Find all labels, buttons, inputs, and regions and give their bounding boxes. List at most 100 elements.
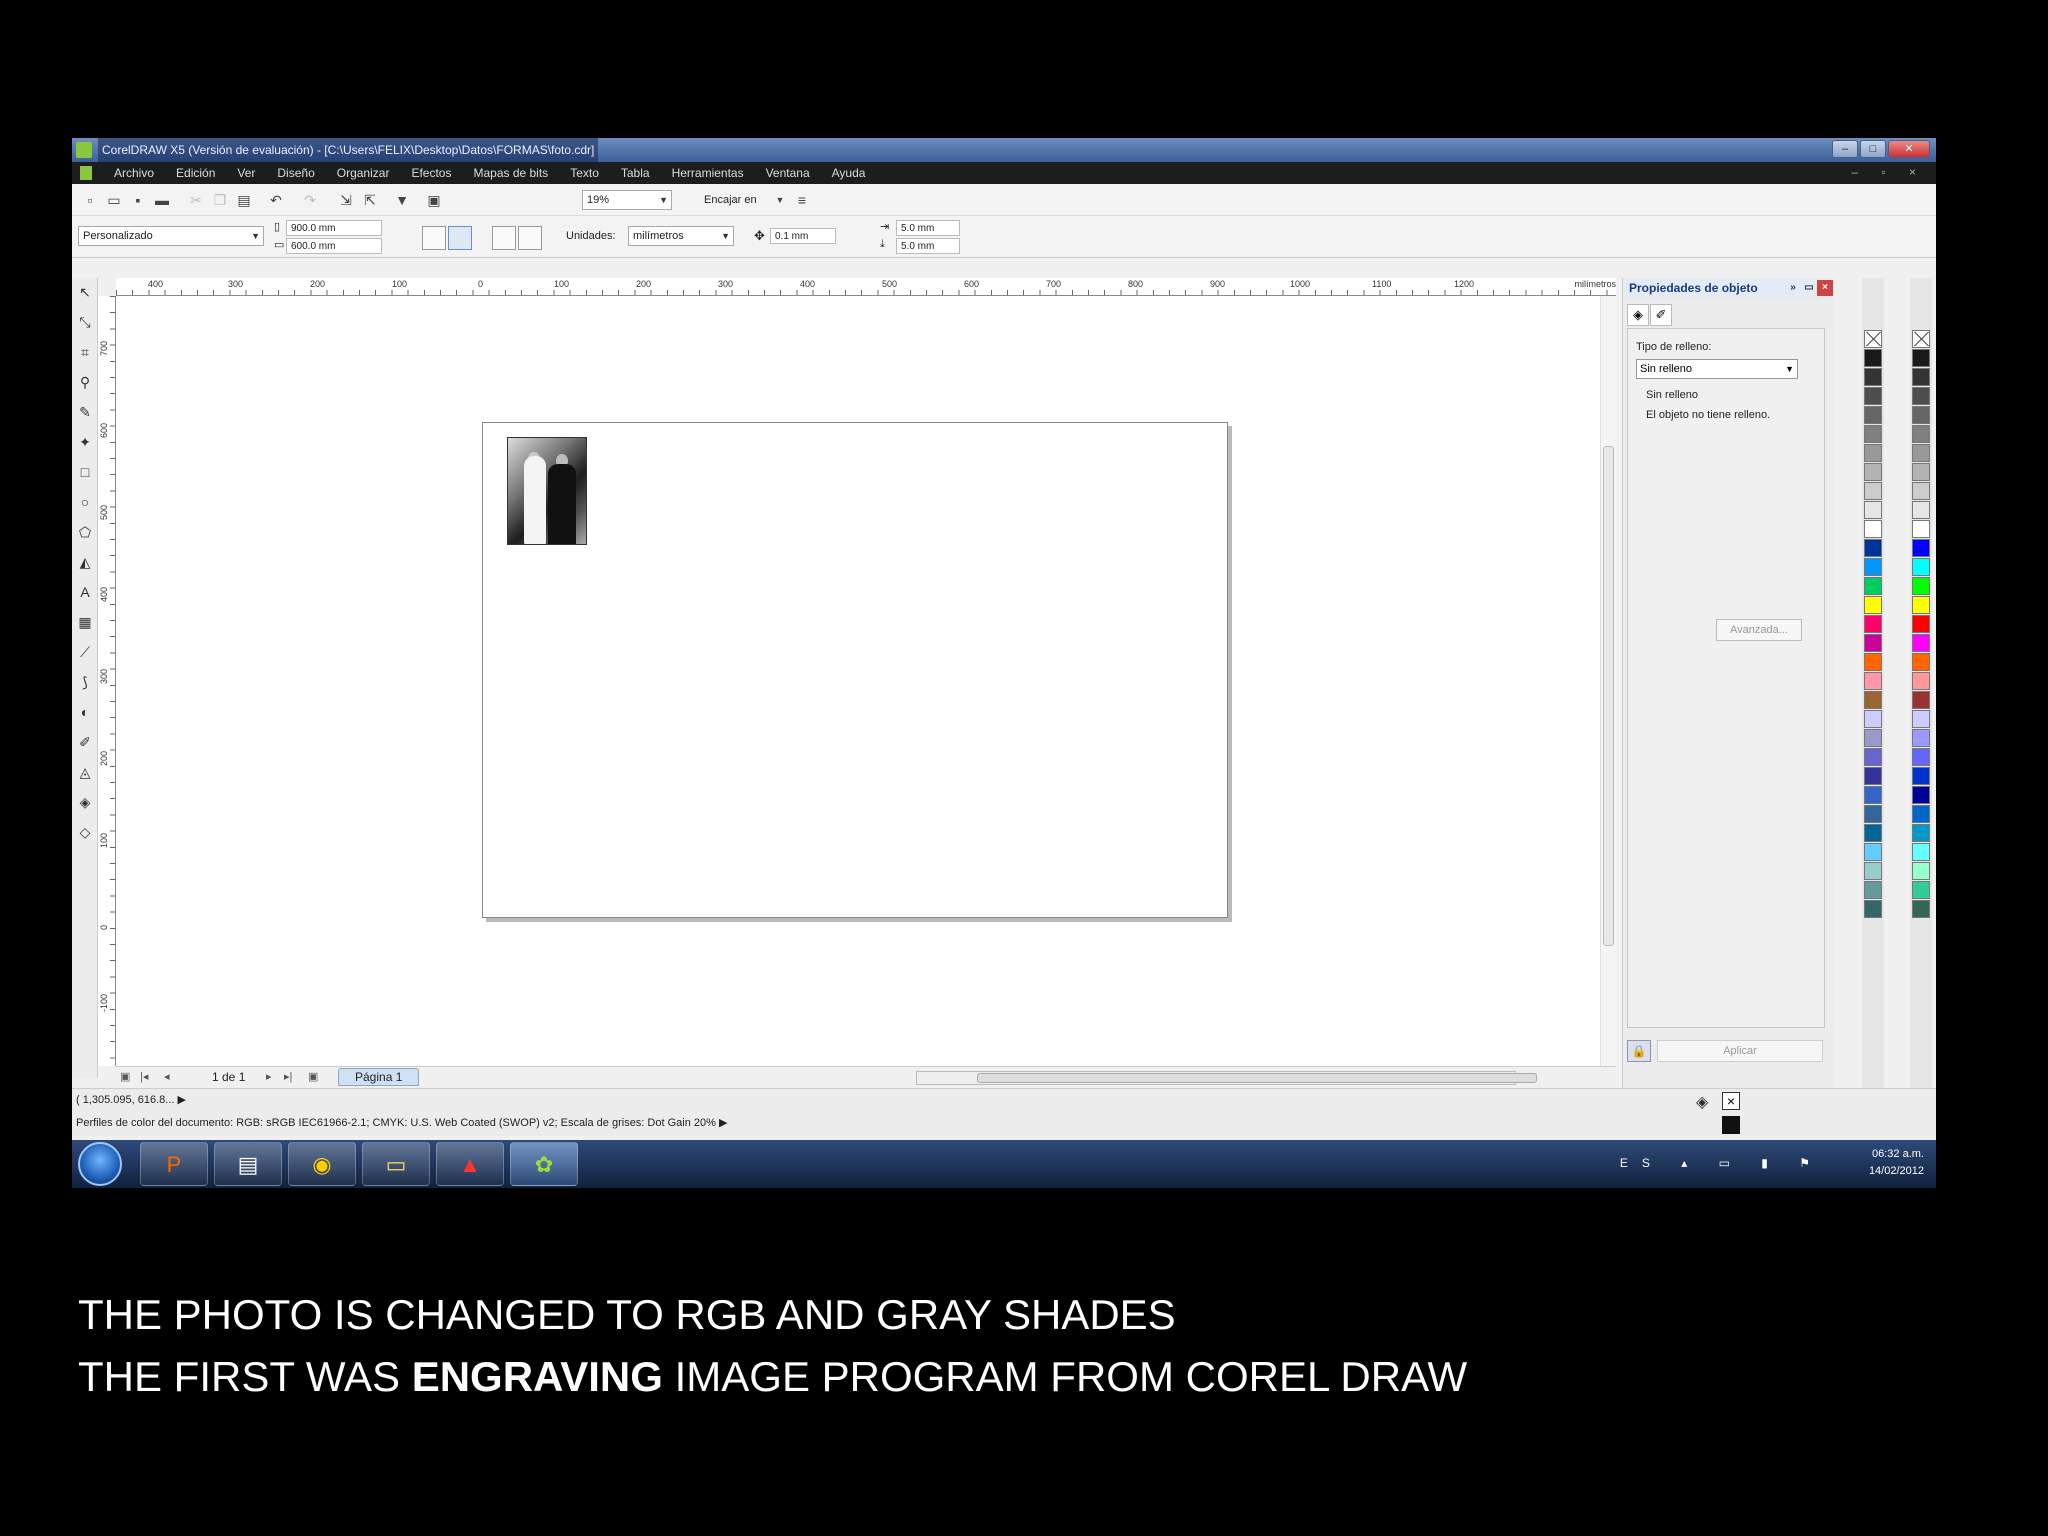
portrait-button[interactable] [422, 226, 446, 250]
color-swatch[interactable] [1864, 710, 1882, 728]
color-swatch[interactable] [1864, 406, 1882, 424]
color-swatch[interactable] [1864, 368, 1882, 386]
color-swatch[interactable] [1912, 501, 1930, 519]
menu-organizar[interactable]: Organizar [337, 166, 390, 180]
horizontal-scroll-thumb[interactable] [977, 1073, 1537, 1083]
smart-fill-tool-icon[interactable]: ✦ [77, 434, 93, 450]
document-window-controls[interactable]: – ▫ × [1851, 165, 1926, 179]
color-swatch[interactable] [1864, 501, 1882, 519]
open-folder-icon[interactable]: ▭ [106, 192, 122, 208]
vertical-scroll-thumb[interactable] [1603, 446, 1614, 946]
document-icon[interactable] [80, 166, 92, 180]
color-swatch[interactable] [1912, 349, 1930, 367]
color-swatch[interactable] [1864, 387, 1882, 405]
vertical-ruler[interactable]: 700 600 500 400 300 200 100 0 -100 [98, 296, 116, 1066]
table-tool-icon[interactable]: ▦ [77, 614, 93, 630]
add-page-before-icon[interactable]: ▣ [120, 1070, 130, 1083]
start-button[interactable] [78, 1142, 122, 1186]
wedding-photo-bitmap[interactable] [507, 437, 587, 545]
close-button[interactable]: ✕ [1888, 140, 1930, 158]
lock-icon[interactable]: 🔒 [1627, 1040, 1651, 1062]
color-swatch[interactable] [1864, 539, 1882, 557]
zoom-tool-icon[interactable]: ⚲ [77, 374, 93, 390]
basic-shapes-tool-icon[interactable]: ◭ [77, 554, 93, 570]
maximize-button[interactable]: □ [1860, 140, 1886, 158]
add-page-after-icon[interactable]: ▣ [308, 1070, 318, 1083]
pick-tool-icon[interactable]: ↖ [77, 284, 93, 300]
chevron-down-icon[interactable]: ▼ [772, 192, 788, 208]
outline-pen-tool-icon[interactable]: ◬ [77, 764, 93, 780]
color-swatch[interactable] [1864, 349, 1882, 367]
menu-edicion[interactable]: Edición [176, 166, 215, 180]
color-swatch[interactable] [1864, 691, 1882, 709]
first-page-icon[interactable]: |◂ [140, 1070, 148, 1083]
color-swatch[interactable] [1864, 881, 1882, 899]
color-swatch[interactable] [1864, 767, 1882, 785]
duplicate-x-input[interactable]: 5.0 mm [896, 220, 960, 236]
export-icon[interactable]: ⇱ [362, 192, 378, 208]
color-swatch[interactable] [1912, 843, 1930, 861]
drawing-canvas[interactable] [116, 296, 1600, 1066]
docker-title-bar[interactable]: Propiedades de objeto » ▭ × [1625, 278, 1833, 298]
save-icon[interactable]: ▪ [130, 192, 146, 208]
copy-icon[interactable]: ❐ [212, 192, 228, 208]
color-swatch[interactable] [1912, 824, 1930, 842]
color-swatch[interactable] [1864, 729, 1882, 747]
color-profile-info[interactable]: Perfiles de color del documento: RGB: sR… [76, 1117, 727, 1129]
color-swatch[interactable] [1864, 862, 1882, 880]
fill-tool-icon[interactable]: ◈ [77, 794, 93, 810]
page-size-preset-select[interactable]: Personalizado ▼ [78, 226, 264, 246]
color-swatch[interactable] [1912, 368, 1930, 386]
color-swatch[interactable] [1912, 881, 1930, 899]
apply-button[interactable]: Aplicar [1657, 1040, 1823, 1062]
color-swatch[interactable] [1864, 577, 1882, 595]
nudge-distance-input[interactable]: 0.1 mm [770, 228, 836, 244]
color-swatch[interactable] [1864, 615, 1882, 633]
menu-ayuda[interactable]: Ayuda [832, 166, 866, 180]
menu-archivo[interactable]: Archivo [114, 166, 154, 180]
color-swatch[interactable] [1864, 653, 1882, 671]
color-swatch[interactable] [1864, 748, 1882, 766]
freehand-tool-icon[interactable]: ✎ [77, 404, 93, 420]
color-swatch[interactable] [1864, 444, 1882, 462]
text-tool-icon[interactable]: A [77, 584, 93, 600]
color-swatch[interactable] [1912, 653, 1930, 671]
coreldraw-taskbar-icon[interactable]: ✿ [510, 1142, 578, 1186]
color-swatch[interactable] [1912, 387, 1930, 405]
connector-tool-icon[interactable]: ⟆ [77, 674, 93, 690]
menu-efectos[interactable]: Efectos [411, 166, 451, 180]
expand-icon[interactable]: » [1785, 280, 1801, 296]
color-swatch[interactable] [1912, 463, 1930, 481]
color-swatch[interactable] [1912, 767, 1930, 785]
blend-tool-icon[interactable]: ◐ [77, 704, 93, 720]
color-swatch[interactable] [1864, 672, 1882, 690]
color-swatch[interactable] [1912, 862, 1930, 880]
paste-icon[interactable]: ▤ [236, 192, 252, 208]
menu-tabla[interactable]: Tabla [621, 166, 650, 180]
color-swatch[interactable] [1912, 520, 1930, 538]
no-color-swatch[interactable] [1912, 330, 1930, 348]
vertical-scrollbar[interactable] [1600, 296, 1616, 1066]
print-icon[interactable]: ▬ [154, 192, 170, 208]
publish-pdf-icon[interactable]: ▼ [394, 192, 410, 208]
crop-tool-icon[interactable]: ⌗ [77, 344, 93, 360]
outline-tab-icon[interactable]: ✐ [1650, 304, 1672, 326]
no-color-swatch[interactable] [1864, 330, 1882, 348]
shape-tool-icon[interactable]: ⤡ [77, 314, 93, 330]
clock[interactable]: 06:32 a.m. 14/02/2012 [1844, 1146, 1924, 1180]
color-swatch[interactable] [1912, 482, 1930, 500]
color-swatch[interactable] [1912, 539, 1930, 557]
previous-page-icon[interactable]: ◂ [164, 1070, 170, 1083]
title-bar[interactable]: CorelDRAW X5 (Versión de evaluación) - [… [72, 138, 1936, 162]
color-swatch[interactable] [1912, 710, 1930, 728]
color-swatch[interactable] [1912, 577, 1930, 595]
language-indicator[interactable]: ES [1620, 1156, 1664, 1170]
cut-icon[interactable]: ✂ [188, 192, 204, 208]
eyedropper-tool-icon[interactable]: ✐ [77, 734, 93, 750]
color-swatch[interactable] [1912, 425, 1930, 443]
new-document-icon[interactable]: ▫ [82, 192, 98, 208]
color-swatch[interactable] [1864, 805, 1882, 823]
current-page-button[interactable] [518, 226, 542, 250]
menu-ventana[interactable]: Ventana [766, 166, 810, 180]
rectangle-tool-icon[interactable]: □ [77, 464, 93, 480]
